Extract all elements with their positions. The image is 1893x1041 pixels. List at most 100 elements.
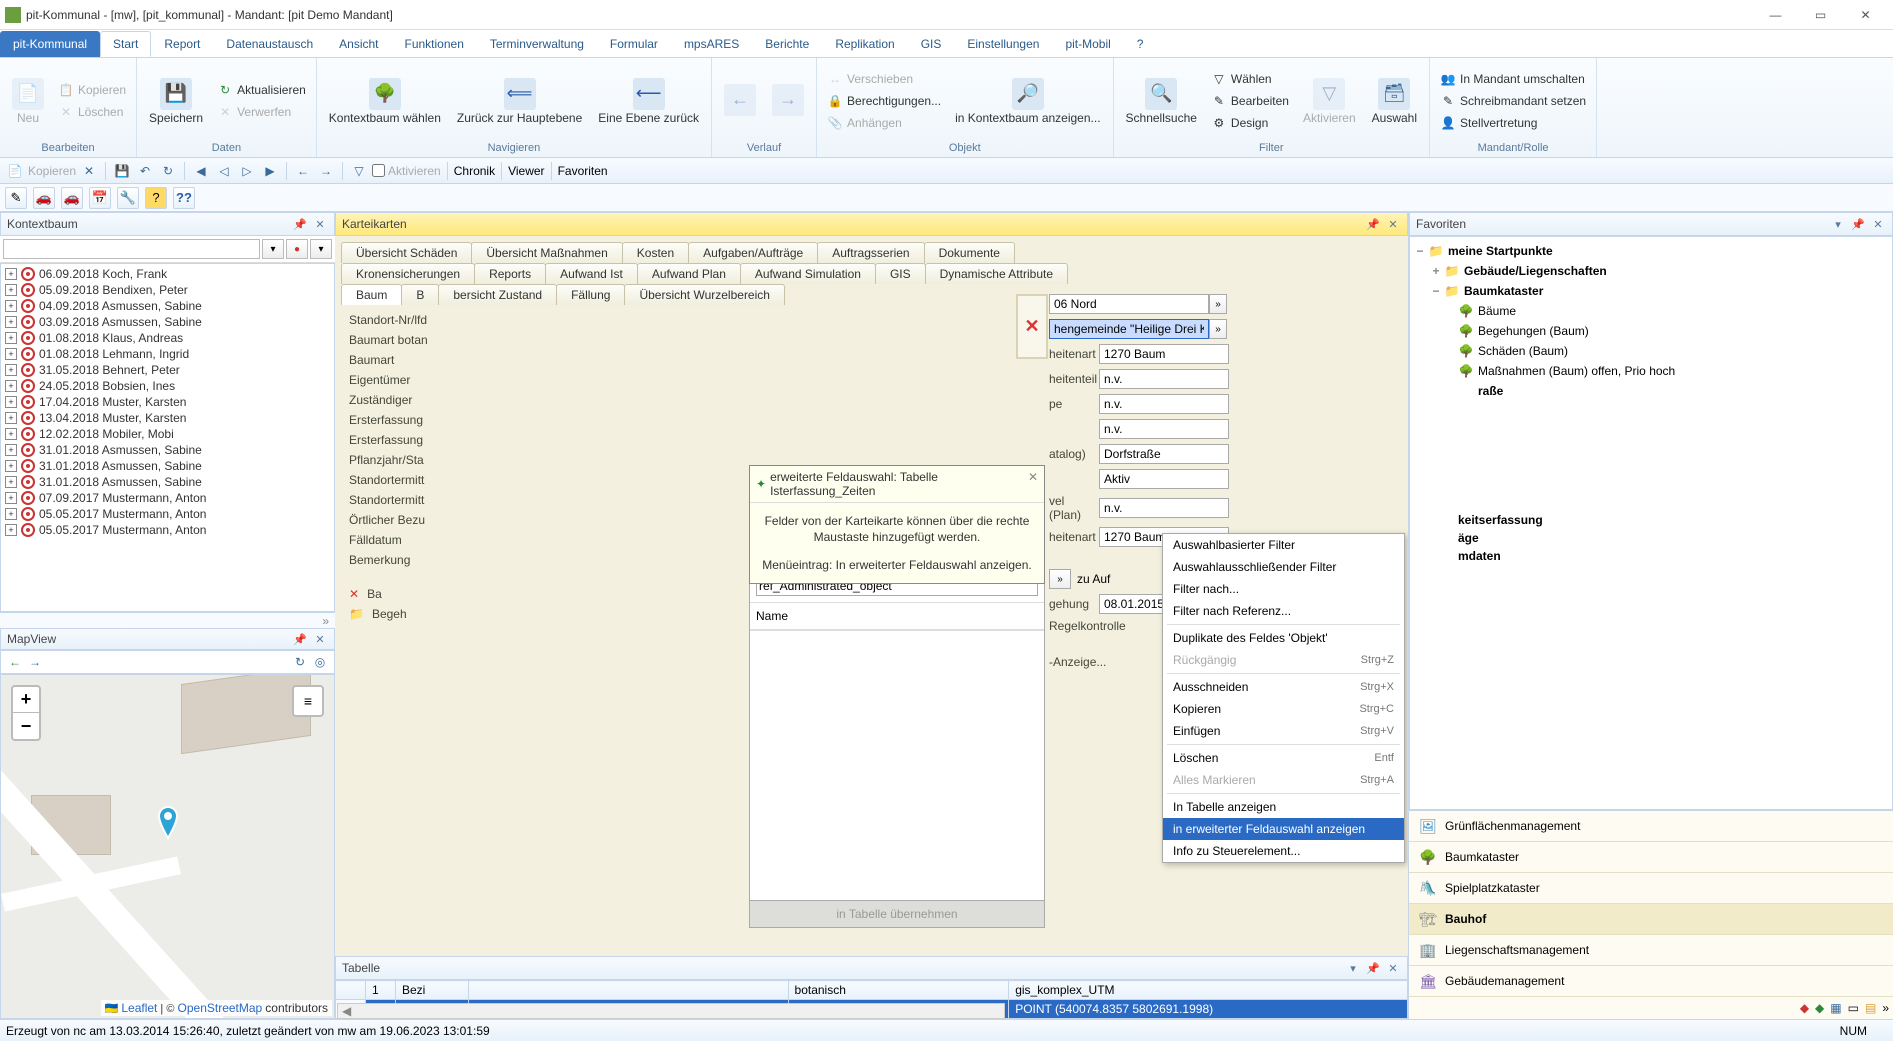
ctx-menu-item[interactable]: RückgängigStrg+Z (1163, 649, 1404, 671)
menu-tab-terminverwaltung[interactable]: Terminverwaltung (477, 31, 597, 57)
menu-tab-formular[interactable]: Formular (597, 31, 671, 57)
nav-icon-5[interactable]: ▤ (1865, 1001, 1876, 1015)
col-bezi[interactable]: Bezi (396, 981, 469, 1000)
tb-activate-checkbox[interactable] (372, 164, 385, 177)
ctx-menu-item[interactable]: Duplikate des Feldes 'Objekt' (1163, 627, 1404, 649)
contexttree-select-button[interactable]: 🌳Kontextbaum wählen (323, 76, 447, 126)
pin-icon[interactable]: 📌 (1365, 960, 1381, 976)
tree-item[interactable]: +06.09.2018 Koch, Frank (5, 266, 330, 282)
filter-design-button[interactable]: ⚙Design (1207, 113, 1293, 133)
move-button[interactable]: ↔Verschieben (823, 69, 945, 89)
filter-activate-button[interactable]: ▽Aktivieren (1297, 76, 1362, 126)
iconbar-btn-4[interactable]: 📅 (89, 187, 111, 209)
quicksearch-button[interactable]: 🔍Schnellsuche (1120, 76, 1203, 126)
tree-item[interactable]: +31.01.2018 Asmussen, Sabine (5, 458, 330, 474)
field-nv[interactable] (1099, 419, 1229, 439)
menu-tab-pitmobil[interactable]: pit-Mobil (1052, 31, 1123, 57)
menu-tab-start[interactable]: Start (100, 31, 151, 57)
tb-nav3-icon[interactable]: ▷ (237, 161, 257, 181)
menu-tab-datenaustausch[interactable]: Datenaustausch (213, 31, 326, 57)
history-fwd-button[interactable]: → (766, 82, 810, 120)
delete-button[interactable]: ✕Löschen (54, 102, 130, 122)
copy-button[interactable]: 📋Kopieren (54, 80, 130, 100)
col-botanisch[interactable]: botanisch (788, 981, 1009, 1000)
kartei-tab[interactable]: Kosten (622, 242, 689, 263)
close-pane-button[interactable]: ✕ (1016, 294, 1048, 359)
filter-choose-button[interactable]: ▽Wählen (1207, 69, 1293, 89)
map-back-icon[interactable]: ← (5, 652, 25, 672)
map-refresh-icon[interactable]: ↻ (290, 652, 310, 672)
nav-item[interactable]: 🖼Grünflächenmanagement (1409, 811, 1893, 842)
kartei-tab[interactable]: Aufgaben/Aufträge (688, 242, 818, 263)
nav-icon-3[interactable]: ▦ (1830, 1001, 1841, 1015)
tb-back-icon[interactable]: ← (293, 161, 313, 181)
kartei-tab[interactable]: Baum (341, 284, 402, 305)
kartei-tab[interactable]: Auftragsserien (817, 242, 924, 263)
tb-favoriten[interactable]: Favoriten (558, 164, 608, 178)
close-icon[interactable]: ✕ (1385, 960, 1401, 976)
discard-button[interactable]: ✕Verwerfen (213, 102, 310, 122)
tb-viewer[interactable]: Viewer (508, 164, 544, 178)
refresh-button[interactable]: ↻Aktualisieren (213, 80, 310, 100)
tree-search-dd1[interactable]: ▾ (262, 239, 284, 259)
zoom-in-button[interactable]: + (13, 687, 39, 713)
nav-icon-2[interactable]: ◆ (1815, 1001, 1824, 1015)
close-icon[interactable]: ✕ (312, 216, 328, 232)
kartei-tab[interactable]: Kronensicherungen (341, 263, 475, 284)
selection-button[interactable]: 🗃Auswahl (1366, 76, 1423, 126)
tb-refresh-icon[interactable]: ↻ (158, 161, 178, 181)
close-icon[interactable]: ✕ (1385, 216, 1401, 232)
menu-tab-replikation[interactable]: Replikation (822, 31, 907, 57)
kartei-tab[interactable]: Dynamische Attribute (925, 263, 1068, 284)
new-button[interactable]: 📄Neu (6, 76, 50, 126)
permissions-button[interactable]: 🔒Berechtigungen... (823, 91, 945, 111)
close-icon[interactable]: ✕ (1028, 470, 1038, 484)
field-pe[interactable] (1099, 394, 1229, 414)
kartei-tab[interactable]: B (401, 284, 439, 305)
expand-btn[interactable]: » (1049, 569, 1071, 589)
col-gis[interactable]: gis_komplex_UTM (1009, 981, 1408, 1000)
pin-icon[interactable]: 📌 (1850, 216, 1866, 232)
iconbar-btn-3[interactable]: 🚗 (61, 187, 83, 209)
kartei-tab[interactable]: Aufwand Plan (637, 263, 741, 284)
nav-icon-1[interactable]: ◆ (1800, 1001, 1809, 1015)
save-button[interactable]: 💾Speichern (143, 76, 209, 126)
kartei-tab[interactable]: Übersicht Schäden (341, 242, 472, 263)
nav-icon-4[interactable]: ▭ (1848, 1001, 1859, 1015)
tb-nav4-icon[interactable]: ▶ (260, 161, 280, 181)
ctx-menu-item[interactable]: Auswahlbasierter Filter (1163, 534, 1404, 556)
tree-item[interactable]: +01.08.2018 Klaus, Andreas (5, 330, 330, 346)
tree-search-input[interactable] (3, 239, 260, 259)
tree-item[interactable]: +24.05.2018 Bobsien, Ines (5, 378, 330, 394)
pin-icon[interactable]: 📌 (1365, 216, 1381, 232)
ctx-menu-item[interactable]: LöschenEntf (1163, 747, 1404, 769)
field-velplan[interactable] (1099, 498, 1229, 518)
tree-item[interactable]: +03.09.2018 Asmussen, Sabine (5, 314, 330, 330)
pin-icon[interactable]: 📌 (292, 631, 308, 647)
tree-item[interactable]: +31.01.2018 Asmussen, Sabine (5, 442, 330, 458)
tree-more-icon[interactable]: » (316, 614, 335, 628)
field-list[interactable] (750, 630, 1044, 900)
field-aktiv[interactable] (1099, 469, 1229, 489)
tb-chronik[interactable]: Chronik (454, 164, 495, 178)
iconbar-btn-6[interactable]: ? (145, 187, 167, 209)
nav-icon-6[interactable]: » (1882, 1001, 1889, 1015)
scroll-left-icon[interactable]: ◀ (338, 1004, 355, 1018)
menu-tab-mpsares[interactable]: mpsARES (671, 31, 752, 57)
tb-filter-icon[interactable]: ▽ (349, 161, 369, 181)
field-nord[interactable] (1049, 294, 1209, 314)
tree-item[interactable]: +07.09.2017 Mustermann, Anton (5, 490, 330, 506)
tree-item[interactable]: +05.05.2017 Mustermann, Anton (5, 506, 330, 522)
kartei-tab[interactable]: Reports (474, 263, 546, 284)
tb-nav1-icon[interactable]: ◀ (191, 161, 211, 181)
app-tab[interactable]: pit-Kommunal (0, 31, 100, 57)
layers-button[interactable]: ≡ (292, 685, 324, 717)
close-icon[interactable]: ✕ (312, 631, 328, 647)
tree-item[interactable]: +05.05.2017 Mustermann, Anton (5, 522, 330, 538)
kartei-tab[interactable]: Aufwand Ist (545, 263, 638, 284)
tree-item[interactable]: +31.05.2018 Behnert, Peter (5, 362, 330, 378)
set-write-mandant-button[interactable]: ✎Schreibmandant setzen (1436, 91, 1590, 111)
history-back-button[interactable]: ← (718, 82, 762, 120)
lookup-btn[interactable]: » (1209, 294, 1227, 314)
iconbar-btn-5[interactable]: 🔧 (117, 187, 139, 209)
